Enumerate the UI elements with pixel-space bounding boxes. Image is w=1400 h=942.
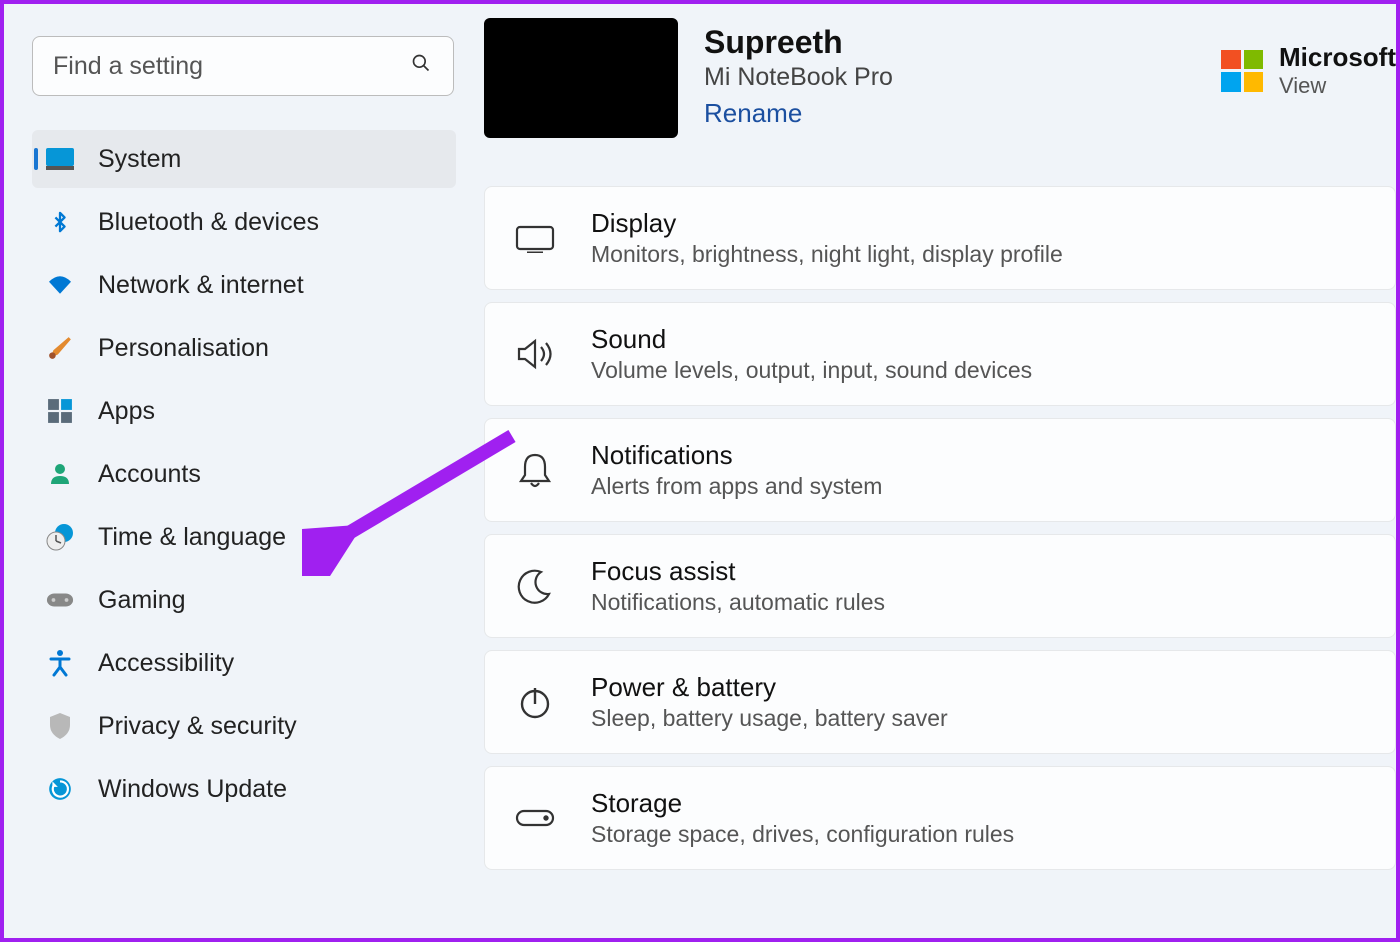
sidebar-item-label: Time & language xyxy=(98,523,286,552)
card-power-battery[interactable]: Power & battery Sleep, battery usage, ba… xyxy=(484,650,1396,754)
ms-title: Microsoft xyxy=(1279,42,1396,73)
card-title: Sound xyxy=(591,324,1032,355)
brush-icon xyxy=(46,334,74,362)
card-display[interactable]: Display Monitors, brightness, night ligh… xyxy=(484,186,1396,290)
sidebar-item-label: Network & internet xyxy=(98,271,304,300)
search-icon xyxy=(411,53,431,79)
card-storage[interactable]: Storage Storage space, drives, configura… xyxy=(484,766,1396,870)
card-title: Notifications xyxy=(591,440,882,471)
sidebar-item-accounts[interactable]: Accounts xyxy=(32,445,456,503)
card-sub: Sleep, battery usage, battery saver xyxy=(591,705,948,732)
card-sub: Monitors, brightness, night light, displ… xyxy=(591,241,1063,268)
card-title: Storage xyxy=(591,788,1014,819)
sidebar-item-windows-update[interactable]: Windows Update xyxy=(32,760,456,818)
sidebar-item-bluetooth[interactable]: Bluetooth & devices xyxy=(32,193,456,251)
card-sub: Volume levels, output, input, sound devi… xyxy=(591,357,1032,384)
card-title: Power & battery xyxy=(591,672,948,703)
device-thumbnail xyxy=(484,18,678,138)
card-title: Focus assist xyxy=(591,556,885,587)
card-title: Display xyxy=(591,208,1063,239)
person-icon xyxy=(46,460,74,488)
sidebar-item-label: Windows Update xyxy=(98,775,287,804)
shield-icon xyxy=(46,712,74,740)
microsoft-logo-icon xyxy=(1221,50,1263,92)
sidebar-item-label: Bluetooth & devices xyxy=(98,208,319,237)
sidebar-item-label: Gaming xyxy=(98,586,186,615)
card-sub: Storage space, drives, configuration rul… xyxy=(591,821,1014,848)
sidebar-item-label: Accessibility xyxy=(98,649,234,678)
card-sub: Notifications, automatic rules xyxy=(591,589,885,616)
accessibility-icon xyxy=(46,649,74,677)
card-sub: Alerts from apps and system xyxy=(591,473,882,500)
moon-icon xyxy=(513,564,557,608)
search-box[interactable] xyxy=(32,36,454,96)
sidebar-item-label: System xyxy=(98,145,181,174)
sidebar-item-label: Privacy & security xyxy=(98,712,297,741)
clock-globe-icon xyxy=(46,523,74,551)
sidebar-item-personalisation[interactable]: Personalisation xyxy=(32,319,456,377)
main-panel: Supreeth Mi NoteBook Pro Rename Microsof… xyxy=(484,4,1396,938)
device-header: Supreeth Mi NoteBook Pro Rename Microsof… xyxy=(484,18,1396,138)
sidebar-item-label: Accounts xyxy=(98,460,201,489)
device-model: Mi NoteBook Pro xyxy=(704,63,1181,92)
sidebar-item-label: Apps xyxy=(98,397,155,426)
microsoft-block[interactable]: Microsoft View xyxy=(1221,18,1396,99)
sound-icon xyxy=(513,332,557,376)
update-icon xyxy=(46,775,74,803)
bell-icon xyxy=(513,448,557,492)
card-notifications[interactable]: Notifications Alerts from apps and syste… xyxy=(484,418,1396,522)
sidebar-item-network[interactable]: Network & internet xyxy=(32,256,456,314)
storage-icon xyxy=(513,796,557,840)
card-focus-assist[interactable]: Focus assist Notifications, automatic ru… xyxy=(484,534,1396,638)
gamepad-icon xyxy=(46,586,74,614)
bluetooth-icon xyxy=(46,208,74,236)
sidebar-item-accessibility[interactable]: Accessibility xyxy=(32,634,456,692)
system-icon xyxy=(46,145,74,173)
apps-icon xyxy=(46,397,74,425)
wifi-icon xyxy=(46,271,74,299)
display-icon xyxy=(513,216,557,260)
sidebar-item-system[interactable]: System xyxy=(32,130,456,188)
user-name: Supreeth xyxy=(704,24,1181,61)
sidebar-item-time-language[interactable]: Time & language xyxy=(32,508,456,566)
power-icon xyxy=(513,680,557,724)
sidebar-item-privacy[interactable]: Privacy & security xyxy=(32,697,456,755)
card-sound[interactable]: Sound Volume levels, output, input, soun… xyxy=(484,302,1396,406)
sidebar-item-label: Personalisation xyxy=(98,334,269,363)
rename-link[interactable]: Rename xyxy=(704,98,802,129)
ms-sub: View xyxy=(1279,73,1396,99)
sidebar-item-gaming[interactable]: Gaming xyxy=(32,571,456,629)
sidebar-item-apps[interactable]: Apps xyxy=(32,382,456,440)
sidebar: System Bluetooth & devices Network & int… xyxy=(4,4,484,938)
search-input[interactable] xyxy=(53,52,411,81)
